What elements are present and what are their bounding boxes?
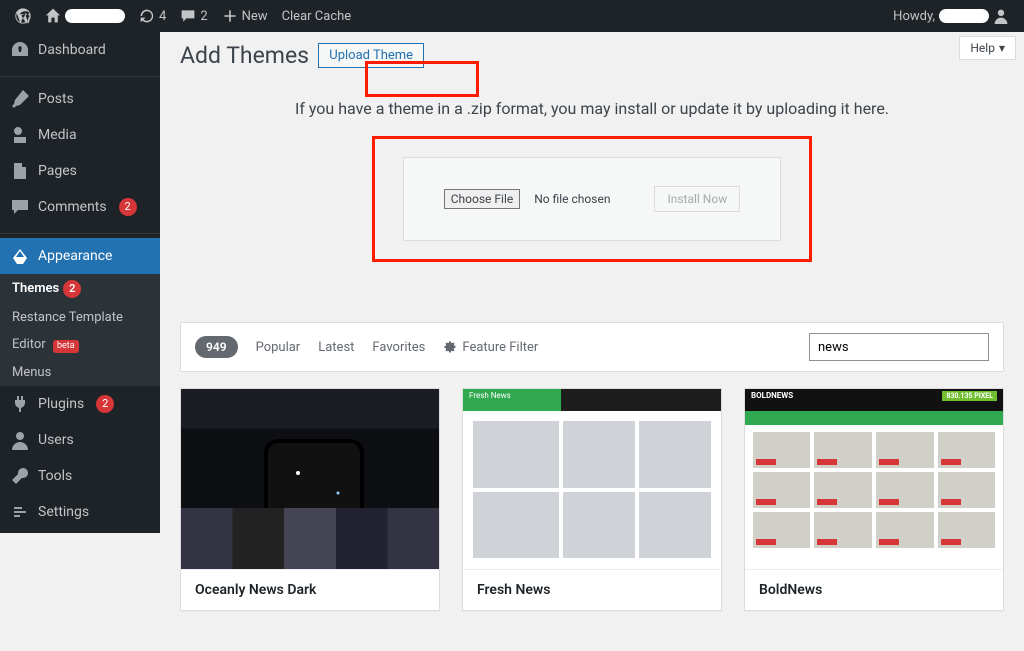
theme-name: Oceanly News Dark <box>181 569 439 610</box>
annotation-upload-box: Choose File No file chosen Install Now <box>372 136 812 262</box>
file-status: No file chosen <box>534 192 610 206</box>
submenu-themes[interactable]: Themes2 <box>0 274 160 304</box>
updates-count[interactable]: 4 <box>132 0 173 32</box>
admin-toolbar: 4 2 New Clear Cache Howdy, <box>0 0 1024 32</box>
submenu-restance[interactable]: Restance Template <box>0 304 160 331</box>
gear-icon <box>443 340 457 354</box>
help-tab[interactable]: Help ▾ <box>959 36 1016 60</box>
menu-posts[interactable]: Posts <box>0 81 160 117</box>
menu-comments[interactable]: Comments2 <box>0 189 160 225</box>
theme-count: 949 <box>195 336 238 358</box>
site-name-redacted <box>65 9 125 23</box>
wp-logo[interactable] <box>8 0 38 32</box>
choose-file-button[interactable]: Choose File <box>444 189 520 209</box>
howdy-user[interactable]: Howdy, <box>886 0 1016 32</box>
menu-users[interactable]: Users <box>0 422 160 458</box>
theme-screenshot: Fresh News <box>463 389 721 569</box>
theme-name: BoldNews <box>745 569 1003 610</box>
theme-card-oceanly[interactable]: Oceanly News Dark <box>180 388 440 611</box>
chevron-down-icon: ▾ <box>999 41 1005 55</box>
comments-badge: 2 <box>119 198 137 216</box>
menu-settings[interactable]: Settings <box>0 494 160 530</box>
theme-screenshot: BOLDNEWS830.135 PIXEL <box>745 389 1003 569</box>
annotation-upload-theme <box>365 61 479 97</box>
admin-sidebar: Dashboard Posts Media Pages Comments2 Ap… <box>0 32 160 533</box>
page-title: Add Themes <box>180 42 309 69</box>
plugins-badge: 2 <box>96 395 114 413</box>
theme-search-input[interactable] <box>809 333 989 361</box>
filter-latest[interactable]: Latest <box>318 340 354 355</box>
user-name-redacted <box>939 9 989 23</box>
theme-name: Fresh News <box>463 569 721 610</box>
menu-pages[interactable]: Pages <box>0 153 160 189</box>
site-home[interactable] <box>38 0 132 32</box>
upload-instruction: If you have a theme in a .zip format, yo… <box>180 99 1004 118</box>
menu-plugins[interactable]: Plugins2 <box>0 386 160 422</box>
menu-appearance[interactable]: Appearance <box>0 238 160 274</box>
theme-filter-bar: 949 Popular Latest Favorites Feature Fil… <box>180 322 1004 372</box>
menu-dashboard[interactable]: Dashboard <box>0 32 160 68</box>
comments-count[interactable]: 2 <box>173 0 214 32</box>
upload-form: Choose File No file chosen Install Now <box>403 157 781 241</box>
install-now-button[interactable]: Install Now <box>654 186 740 212</box>
theme-card-fresh[interactable]: Fresh News Fresh News <box>462 388 722 611</box>
appearance-submenu: Themes2 Restance Template Editor beta Me… <box>0 274 160 386</box>
feature-filter-button[interactable]: Feature Filter <box>443 340 538 355</box>
theme-card-bold[interactable]: BOLDNEWS830.135 PIXEL BoldNews <box>744 388 1004 611</box>
theme-grid: Oceanly News Dark Fresh News Fresh News … <box>180 388 1004 611</box>
filter-favorites[interactable]: Favorites <box>372 340 425 355</box>
submenu-menus[interactable]: Menus <box>0 359 160 386</box>
filter-popular[interactable]: Popular <box>256 340 301 355</box>
menu-media[interactable]: Media <box>0 117 160 153</box>
editor-beta-badge: beta <box>53 340 79 353</box>
theme-screenshot <box>181 389 439 569</box>
themes-badge: 2 <box>63 280 81 298</box>
submenu-editor[interactable]: Editor beta <box>0 331 160 359</box>
new-content[interactable]: New <box>215 0 275 32</box>
clear-cache[interactable]: Clear Cache <box>275 0 359 32</box>
menu-tools[interactable]: Tools <box>0 458 160 494</box>
